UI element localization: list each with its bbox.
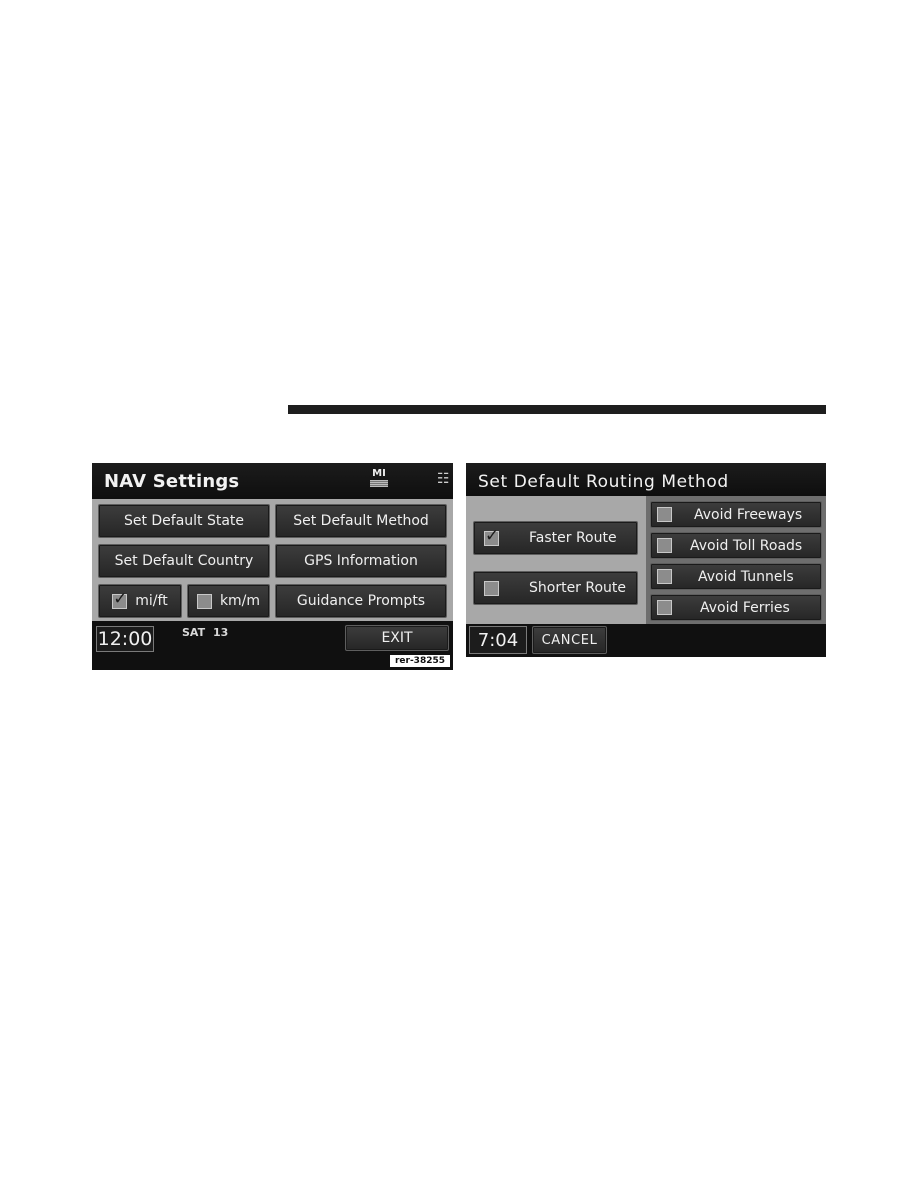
option-label: Faster Route (529, 530, 617, 546)
checkbox-unchecked-icon (657, 569, 672, 584)
clock-display[interactable]: 7:04 (469, 626, 527, 654)
checkbox-unchecked-icon (657, 507, 672, 522)
gps-information-button[interactable]: GPS Information (275, 544, 447, 578)
avoid-freeways-option[interactable]: Avoid Freeways (650, 501, 822, 528)
clock-display[interactable]: 12:00 (96, 626, 154, 652)
avoid-ferries-option[interactable]: Avoid Ferries (650, 594, 822, 621)
section-rule (288, 405, 826, 414)
option-label: Shorter Route (529, 580, 627, 596)
avoid-tunnels-option[interactable]: Avoid Tunnels (650, 563, 822, 590)
status-footer: 12:00 SAT 13 EXIT rer-38255 (92, 621, 453, 670)
cancel-button[interactable]: CANCEL (532, 626, 607, 654)
checkbox-checked-icon (112, 589, 128, 609)
page-title: NAV Settings (104, 471, 240, 492)
option-label: Avoid Ferries (700, 599, 790, 616)
nav-settings-screen: NAV Settings MI ☷ Set Default State Set … (92, 463, 453, 670)
title-bar: NAV Settings MI ☷ (92, 463, 453, 499)
exit-button[interactable]: EXIT (345, 625, 449, 651)
guidance-prompts-button[interactable]: Guidance Prompts (275, 584, 447, 618)
button-label: Set Default Country (114, 553, 254, 569)
button-label: Set Default State (123, 513, 245, 529)
button-label: CANCEL (541, 632, 598, 648)
option-label: Avoid Tunnels (698, 568, 794, 585)
option-label: Avoid Toll Roads (690, 537, 803, 554)
set-default-method-button[interactable]: Set Default Method (275, 504, 447, 538)
button-label: mi/ft (135, 593, 168, 609)
title-bar: Set Default Routing Method (466, 463, 826, 496)
button-label: Guidance Prompts (296, 593, 426, 609)
routing-method-screen: Set Default Routing Method Faster Route … (466, 463, 826, 657)
day-label: SAT (182, 626, 206, 639)
button-label: EXIT (381, 630, 413, 646)
checkbox-checked-icon (484, 526, 499, 546)
checkbox-unchecked-icon (657, 600, 672, 615)
button-label: Set Default Method (293, 513, 429, 529)
faster-route-option[interactable]: Faster Route (473, 521, 638, 555)
option-label: Avoid Freeways (694, 506, 803, 523)
button-label: km/m (219, 593, 261, 609)
reference-code: rer-38255 (389, 655, 450, 667)
button-label: GPS Information (304, 553, 418, 569)
map-region-label: MI (372, 468, 386, 479)
checkbox-unchecked-icon (657, 538, 672, 553)
mi-ft-toggle[interactable]: mi/ft (98, 584, 182, 618)
avoid-toll-roads-option[interactable]: Avoid Toll Roads (650, 532, 822, 559)
checkbox-unchecked-icon (196, 593, 212, 609)
set-default-country-button[interactable]: Set Default Country (98, 544, 270, 578)
page-title: Set Default Routing Method (478, 472, 729, 492)
status-footer: 7:04 CANCEL (466, 624, 826, 657)
map-flag-icon: MI (367, 468, 391, 487)
set-default-state-button[interactable]: Set Default State (98, 504, 270, 538)
date-label: 13 (213, 626, 229, 639)
shorter-route-option[interactable]: Shorter Route (473, 571, 638, 605)
seat-icon: ☷ (437, 471, 450, 487)
km-m-toggle[interactable]: km/m (187, 584, 270, 618)
checkbox-unchecked-icon (484, 580, 499, 596)
